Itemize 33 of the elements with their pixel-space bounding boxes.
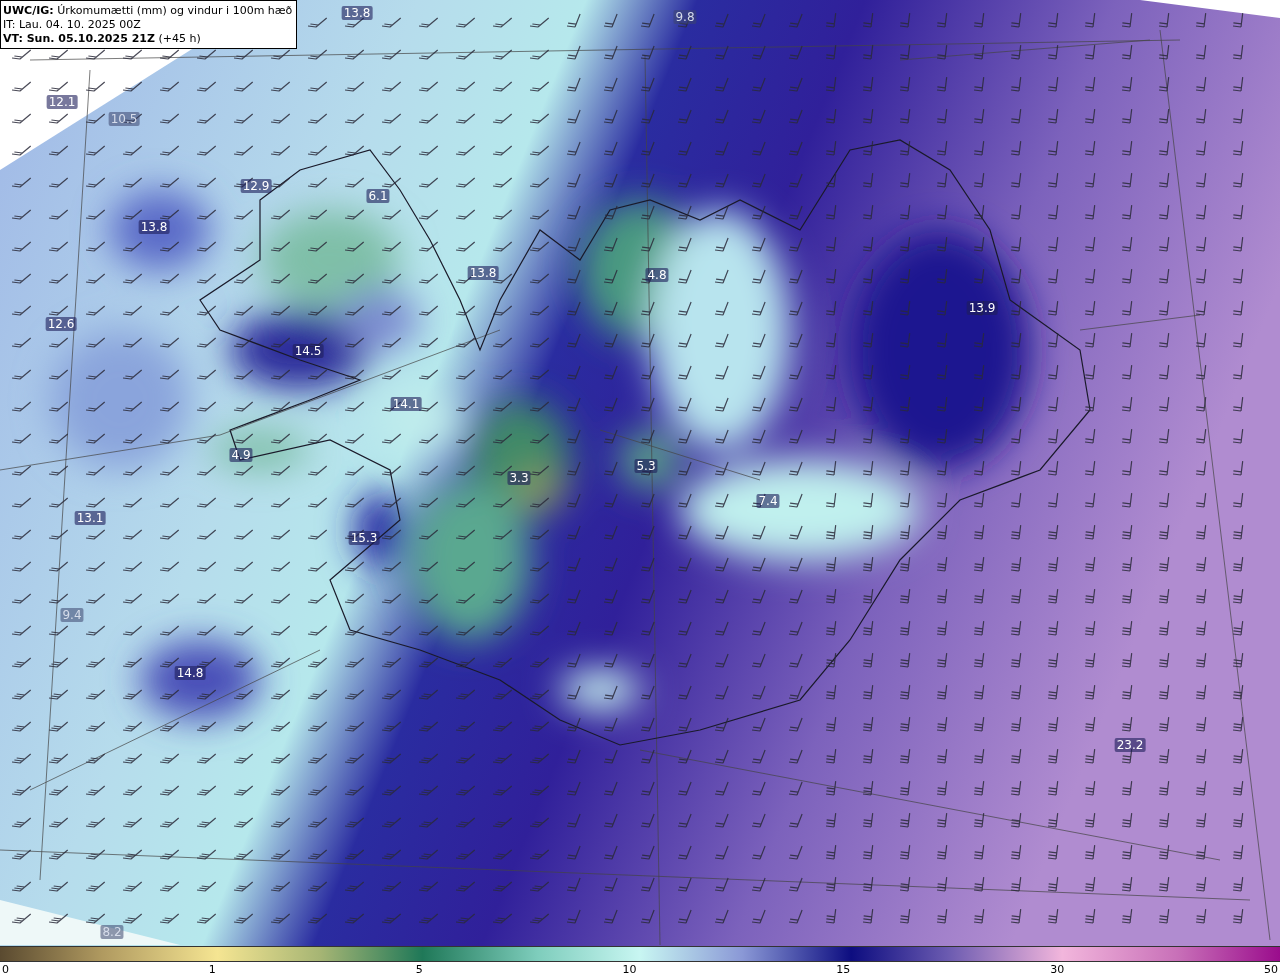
value-label: 14.8 bbox=[174, 666, 206, 680]
scale-tick-label: 15 bbox=[836, 962, 851, 977]
value-label: 13.8 bbox=[138, 220, 170, 234]
value-label: 13.8 bbox=[467, 266, 499, 280]
value-label: 13.1 bbox=[74, 511, 106, 525]
value-label: 5.3 bbox=[634, 459, 658, 473]
value-label: 3.3 bbox=[507, 471, 531, 485]
title-line: UWC/IG: Úrkomumætti (mm) og vindur i 100m hæð bbox=[3, 4, 293, 18]
value-label: 23.2 bbox=[1114, 738, 1146, 752]
scale-tick-label: 1 bbox=[208, 962, 216, 977]
value-label: 8.2 bbox=[100, 925, 124, 939]
value-label: 13.8 bbox=[341, 6, 373, 20]
value-label: 13.9 bbox=[966, 301, 998, 315]
value-label: 7.4 bbox=[756, 494, 780, 508]
value-label: 14.5 bbox=[292, 344, 324, 358]
value-label: 15.3 bbox=[348, 531, 380, 545]
value-label: 6.1 bbox=[366, 189, 390, 203]
value-label: 14.1 bbox=[390, 397, 422, 411]
value-label: 10.5 bbox=[108, 112, 140, 126]
scale-tick-label: 5 bbox=[415, 962, 423, 977]
value-label: 9.8 bbox=[673, 10, 697, 24]
value-label: 12.1 bbox=[46, 95, 78, 109]
scale-tick-label: 10 bbox=[622, 962, 637, 977]
value-label: 4.9 bbox=[229, 448, 253, 462]
scale-tick-label: 30 bbox=[1050, 962, 1065, 977]
value-label: 9.4 bbox=[60, 608, 84, 622]
title-line: IT: Lau. 04. 10. 2025 00Z bbox=[3, 18, 142, 32]
value-label: 4.8 bbox=[645, 268, 669, 282]
scale-tick-label: 0 bbox=[2, 962, 9, 977]
value-label: 12.9 bbox=[240, 179, 272, 193]
value-label: 12.6 bbox=[45, 317, 77, 331]
scale-tick-label: 50 bbox=[1263, 962, 1278, 977]
title-line: VT: Sun. 05.10.2025 21Z (+45 h) bbox=[3, 32, 202, 46]
